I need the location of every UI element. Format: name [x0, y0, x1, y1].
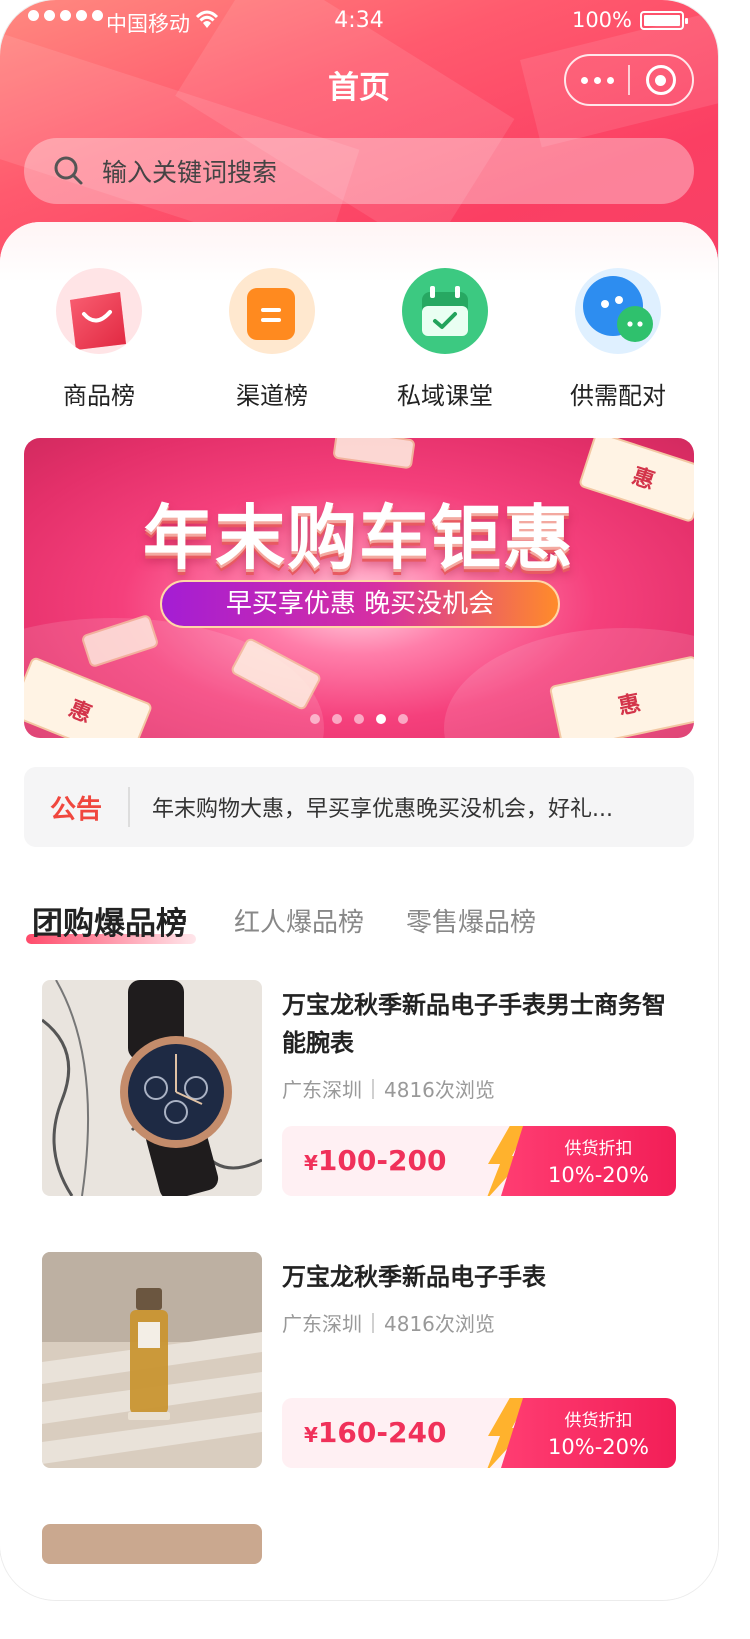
quick-nav-supply-match[interactable]: 供需配对: [543, 268, 693, 411]
phone-frame: 中国移动 4:34 100% 首页 输入关键词搜索 商品榜 渠道榜 私域课堂 供…: [0, 0, 718, 1600]
more-icon[interactable]: [566, 76, 628, 84]
product-views: 4816次浏览: [384, 1078, 495, 1102]
promo-banner[interactable]: 惠 惠 惠 年末购车钜惠 早买享优惠 晚买没机会: [24, 438, 694, 738]
carousel-dots: [24, 714, 694, 724]
battery-percent: 100%: [571, 8, 632, 32]
calendar-check-icon: [402, 268, 488, 354]
coupon-decoration: [332, 438, 416, 470]
main-content: 商品榜 渠道榜 私域课堂 供需配对 惠 惠 惠 年末购车钜惠 早买享优惠 晚买没…: [0, 222, 718, 1600]
carousel-dot[interactable]: [310, 714, 320, 724]
quick-nav-label: 供需配对: [570, 382, 666, 410]
carousel-dot[interactable]: [354, 714, 364, 724]
product-location: 广东深圳: [282, 1078, 362, 1102]
close-miniprogram-icon[interactable]: [630, 65, 692, 95]
banner-subtitle: 早买享优惠 晚买没机会: [160, 580, 560, 628]
product-card[interactable]: 万宝龙秋季新品电子手表男士商务智能腕表 广东深圳 4816次浏览 ¥100-20…: [42, 980, 676, 1196]
quick-nav-label: 私域课堂: [397, 382, 493, 410]
carousel-dot[interactable]: [398, 714, 408, 724]
status-bar: 中国移动 4:34 100%: [0, 8, 718, 36]
product-card[interactable]: [42, 1524, 676, 1564]
price-panel: ¥160-240 供货折扣 10%-20%: [282, 1398, 676, 1468]
tab-influencer[interactable]: 红人爆品榜: [234, 902, 364, 939]
discount-badge: 供货折扣 10%-20%: [501, 1398, 676, 1468]
carousel-dot[interactable]: [376, 714, 386, 724]
tab-retail[interactable]: 零售爆品榜: [406, 902, 536, 939]
product-card[interactable]: 万宝龙秋季新品电子手表 广东深圳 4816次浏览 ¥160-240 供货折扣 1…: [42, 1252, 676, 1468]
product-photo: [42, 1524, 262, 1564]
notice-tag: 公告: [49, 794, 102, 825]
channel-icon: [229, 268, 315, 354]
quick-nav-label: 商品榜: [63, 382, 135, 410]
watch-photo: [42, 980, 262, 1196]
battery-icon: [640, 11, 688, 30]
mini-program-capsule: [564, 54, 694, 106]
quick-nav-label: 渠道榜: [236, 382, 308, 410]
product-location: 广东深圳: [282, 1312, 362, 1336]
banner-title: 年末购车钜惠: [143, 497, 575, 579]
product-price: ¥160-240: [304, 1416, 447, 1449]
quick-nav-channel-rank[interactable]: 渠道榜: [197, 268, 347, 411]
tab-group-buy[interactable]: 团购爆品榜: [32, 898, 187, 943]
quick-nav-product-rank[interactable]: 商品榜: [24, 268, 174, 411]
product-meta: 广东深圳 4816次浏览: [282, 1074, 495, 1103]
chat-bubbles-icon: [575, 268, 661, 354]
quick-nav-private-class[interactable]: 私域课堂: [370, 268, 520, 411]
price-panel: ¥100-200 供货折扣 10%-20%: [282, 1126, 676, 1196]
quick-nav: 商品榜 渠道榜 私域课堂 供需配对: [0, 268, 718, 418]
product-views: 4816次浏览: [384, 1312, 495, 1336]
carousel-dot[interactable]: [332, 714, 342, 724]
product-price: ¥100-200: [304, 1144, 447, 1177]
product-name: 万宝龙秋季新品电子手表男士商务智能腕表: [282, 991, 666, 1057]
perfume-photo: [42, 1252, 262, 1468]
notice-bar[interactable]: 公告 年末购物大惠，早买享优惠晚买没机会，好礼...: [24, 767, 694, 847]
search-input[interactable]: 输入关键词搜索: [102, 153, 277, 189]
shopping-bag-icon: [56, 268, 142, 354]
search-bar[interactable]: 输入关键词搜索: [24, 138, 694, 204]
search-icon: [54, 156, 83, 185]
notice-text: 年末购物大惠，早买享优惠晚买没机会，好礼...: [152, 797, 613, 822]
discount-badge: 供货折扣 10%-20%: [501, 1126, 676, 1196]
product-meta: 广东深圳 4816次浏览: [282, 1308, 495, 1337]
product-name: 万宝龙秋季新品电子手表: [282, 1263, 546, 1291]
